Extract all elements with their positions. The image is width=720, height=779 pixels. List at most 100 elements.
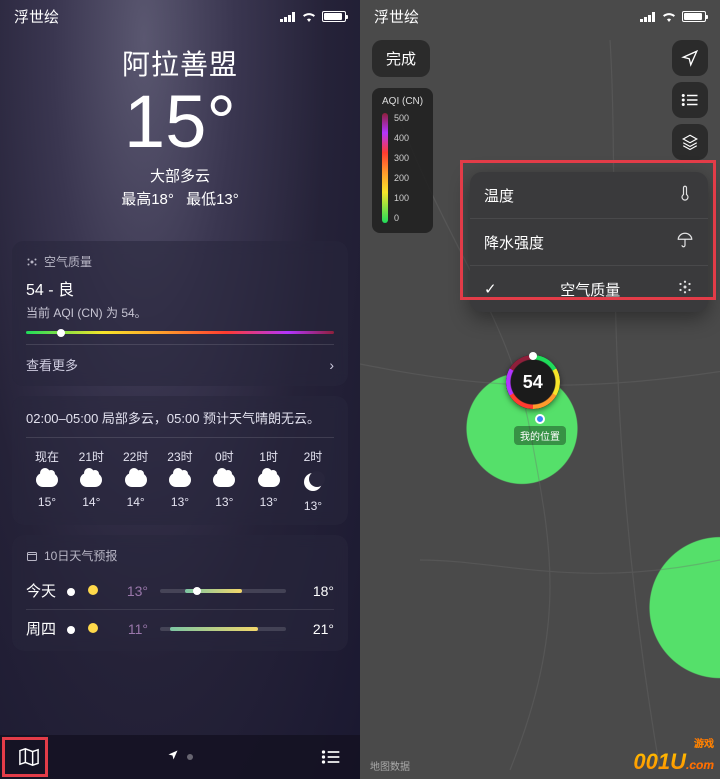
locations-list-button[interactable] bbox=[320, 746, 342, 768]
hour-col: 2时13° bbox=[292, 448, 334, 513]
bottom-toolbar bbox=[0, 735, 360, 779]
aqi-subtext: 当前 AQI (CN) 为 54。 bbox=[26, 304, 334, 321]
status-time: 浮世绘 bbox=[14, 6, 59, 27]
hour-temp: 13° bbox=[260, 495, 278, 509]
cloud-icon bbox=[258, 473, 280, 487]
map-button[interactable] bbox=[18, 746, 40, 768]
aqi-value: 54 - 良 bbox=[26, 276, 334, 300]
status-bar: 浮世绘 bbox=[360, 0, 720, 29]
watermark-text: 001U bbox=[633, 749, 686, 774]
legend-tick: 500 bbox=[394, 113, 409, 123]
aqi-icon bbox=[676, 278, 694, 300]
aqi-legend: AQI (CN) 5004003002001000 bbox=[372, 88, 433, 233]
hour-temp: 13° bbox=[304, 499, 322, 513]
legend-color-bar bbox=[382, 113, 388, 223]
aqi-card-title: 空气质量 bbox=[26, 253, 334, 270]
legend-tick: 300 bbox=[394, 153, 409, 163]
see-more-label: 查看更多 bbox=[26, 355, 78, 374]
hour-temp: 15° bbox=[38, 495, 56, 509]
wifi-icon bbox=[661, 9, 677, 25]
watermark: 游戏 001U.com bbox=[633, 741, 714, 775]
layer-option-label: 空气质量 bbox=[560, 279, 620, 300]
day-low: 13° bbox=[116, 583, 148, 599]
hour-temp: 14° bbox=[127, 495, 145, 509]
day-label: 今天 bbox=[26, 580, 66, 601]
legend-tick: 0 bbox=[394, 213, 409, 223]
daily-title: 10日天气预报 bbox=[26, 547, 334, 564]
aqi-scale-bar bbox=[26, 331, 334, 334]
hour-temp: 13° bbox=[215, 495, 233, 509]
layer-option[interactable]: 空气质量 bbox=[470, 265, 708, 312]
aqi-card[interactable]: 空气质量 54 - 良 当前 AQI (CN) 为 54。 查看更多 › bbox=[12, 241, 348, 386]
see-more-row[interactable]: 查看更多 › bbox=[26, 344, 334, 374]
cellular-icon bbox=[280, 12, 296, 22]
layer-picker-popup: 温度降水强度空气质量 bbox=[470, 172, 708, 312]
current-temp: 15° bbox=[0, 85, 360, 159]
done-button[interactable]: 完成 bbox=[372, 40, 430, 77]
hour-label: 0时 bbox=[215, 448, 234, 465]
day-high: 21° bbox=[298, 621, 334, 637]
hour-col: 21时14° bbox=[70, 448, 112, 513]
daily-row[interactable]: 今天13°18° bbox=[26, 572, 334, 609]
thermometer-icon bbox=[676, 184, 694, 206]
hour-label: 21时 bbox=[79, 448, 104, 465]
temp-range-bar bbox=[160, 627, 286, 631]
hi-lo: 最高18° 最低13° bbox=[0, 188, 360, 209]
hour-col: 23时 13° bbox=[159, 448, 201, 513]
daily-title-text: 10日天气预报 bbox=[44, 547, 117, 564]
cloud-icon bbox=[213, 473, 235, 487]
status-indicators bbox=[280, 9, 346, 25]
layer-option[interactable]: 降水强度 bbox=[470, 218, 708, 265]
aqi-map-screen: 浮世绘 完成 AQI (CN) 5004003002001000 温度降水强度空… bbox=[360, 0, 720, 779]
low-temp: 最低13° bbox=[186, 191, 239, 208]
page-dot bbox=[187, 754, 193, 760]
my-location-label: 我的位置 bbox=[514, 426, 566, 445]
location-arrow-icon bbox=[167, 748, 179, 766]
layer-option-label: 温度 bbox=[484, 185, 514, 206]
daily-card[interactable]: 10日天气预报 今天13°18°周四11°21° bbox=[12, 535, 348, 651]
chevron-right-icon: › bbox=[329, 357, 334, 373]
day-label: 周四 bbox=[26, 618, 66, 639]
aqi-icon bbox=[26, 256, 38, 268]
legend-tick: 200 bbox=[394, 173, 409, 183]
hour-col: 0时 13° bbox=[203, 448, 245, 513]
layers-button[interactable] bbox=[672, 124, 708, 160]
daily-row[interactable]: 周四 11° 21° bbox=[26, 609, 334, 647]
high-temp: 最高18° bbox=[121, 191, 174, 208]
aqi-gauge[interactable]: 54 bbox=[506, 355, 560, 409]
status-indicators bbox=[640, 9, 706, 25]
status-time: 浮世绘 bbox=[374, 6, 419, 27]
cloud-icon bbox=[80, 473, 102, 487]
city-name: 阿拉善盟 bbox=[0, 43, 360, 83]
legend-values: 5004003002001000 bbox=[394, 113, 409, 223]
layer-option[interactable]: 温度 bbox=[470, 172, 708, 218]
calendar-icon bbox=[26, 550, 38, 562]
layer-option-label: 降水强度 bbox=[484, 232, 544, 253]
temp-range-bar bbox=[160, 589, 286, 593]
hour-label: 22时 bbox=[123, 448, 148, 465]
day-low: 11° bbox=[116, 621, 148, 637]
weather-hero: 阿拉善盟 15° 大部多云 最高18° 最低13° bbox=[0, 29, 360, 219]
hour-temp: 13° bbox=[171, 495, 189, 509]
weather-summary: 大部多云 bbox=[0, 165, 360, 186]
list-toggle-button[interactable] bbox=[672, 82, 708, 118]
legend-tick: 400 bbox=[394, 133, 409, 143]
weather-screen: 浮世绘 阿拉善盟 15° 大部多云 最高18° 最低13° 空气质量 54 - … bbox=[0, 0, 360, 779]
cellular-icon bbox=[640, 12, 656, 22]
hour-col: 现在15° bbox=[26, 448, 68, 513]
hourly-row[interactable]: 现在15°21时14°22时14°23时13°0时13°1时13°2时13° bbox=[26, 448, 334, 513]
watermark-suffix: .com bbox=[686, 758, 714, 772]
hourly-card[interactable]: 02:00–05:00 局部多云，05:00 预计天气晴朗无云。 现在15°21… bbox=[12, 396, 348, 525]
hour-label: 23时 bbox=[167, 448, 192, 465]
cloud-icon bbox=[36, 473, 58, 487]
locate-me-button[interactable] bbox=[672, 40, 708, 76]
battery-icon bbox=[682, 11, 706, 22]
page-indicator[interactable] bbox=[167, 748, 193, 766]
gauge-value: 54 bbox=[510, 359, 556, 405]
cloud-icon bbox=[169, 473, 191, 487]
forecast-text: 02:00–05:00 局部多云，05:00 预计天气晴朗无云。 bbox=[26, 408, 334, 438]
umbrella-icon bbox=[676, 231, 694, 253]
status-bar: 浮世绘 bbox=[0, 0, 360, 29]
my-location-pin[interactable] bbox=[535, 414, 545, 424]
aqi-title-text: 空气质量 bbox=[44, 253, 92, 270]
